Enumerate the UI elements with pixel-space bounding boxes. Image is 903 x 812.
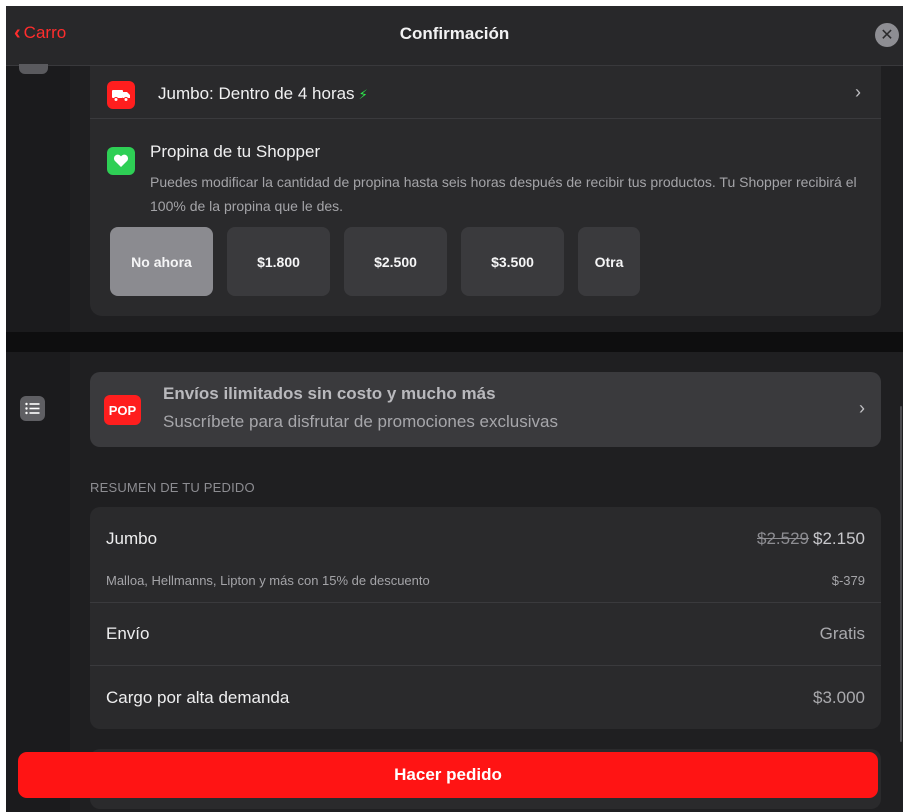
bolt-icon: ⚡ <box>358 87 368 102</box>
truck-icon <box>107 81 135 109</box>
delivery-section: Jumbo: Dentro de 4 horas ⚡ › Propina de t… <box>70 66 903 332</box>
page-title: Confirmación <box>399 24 510 43</box>
discount-value: $-379 <box>831 573 865 588</box>
delivery-window-row[interactable]: Jumbo: Dentro de 4 horas ⚡ › <box>90 66 881 119</box>
discount-label: Malloa, Hellmanns, Lipton y más con 15% … <box>106 573 430 588</box>
tip-option-none[interactable]: No ahora <box>110 227 213 296</box>
demand-value: $3.000 <box>813 688 865 707</box>
tip-options: No ahora $1.800 $2.500 $3.500 Otra <box>110 227 640 296</box>
heart-icon <box>107 147 135 175</box>
delivery-text: Jumbo: Dentro de 4 horas <box>158 84 355 103</box>
demand-label: Cargo por alta demanda <box>106 688 290 707</box>
scrollbar[interactable] <box>900 406 902 742</box>
tip-option-2500[interactable]: $2.500 <box>344 227 447 296</box>
pop-promo-card[interactable]: POP Envíos ilimitados sin costo y mucho … <box>90 372 881 447</box>
store-price: $2.529 $2.150 <box>757 529 865 549</box>
delivery-card: Jumbo: Dentro de 4 horas ⚡ › Propina de t… <box>90 66 881 316</box>
tip-option-3500[interactable]: $3.500 <box>461 227 564 296</box>
tip-option-other[interactable]: Otra <box>578 227 640 296</box>
store-label: Jumbo <box>106 529 158 548</box>
summary-row-shipping: Envío Gratis <box>90 603 881 666</box>
close-icon[interactable]: ✕ <box>875 23 899 47</box>
pop-logo-icon: POP <box>104 395 141 425</box>
tip-title: Propina de tu Shopper <box>150 142 321 161</box>
shipping-label: Envío <box>106 624 150 643</box>
current-price: $2.150 <box>813 529 865 548</box>
summary-heading: RESUMEN DE TU PEDIDO <box>90 480 255 495</box>
section-icon-stub <box>19 64 48 74</box>
summary-row-store: Jumbo $2.529 $2.150 Malloa, Hellmanns, Li… <box>90 507 881 603</box>
section-divider <box>6 332 903 352</box>
nav-header: ‹ Carro Confirmación ✕ <box>6 6 903 66</box>
summary-section: POP Envíos ilimitados sin costo y mucho … <box>70 352 903 812</box>
promo-title: Envíos ilimitados sin costo y mucho más <box>163 384 496 403</box>
tip-description: Puedes modificar la cantidad de propina … <box>150 174 857 214</box>
tip-option-1800[interactable]: $1.800 <box>227 227 330 296</box>
summary-row-demand: Cargo por alta demanda $3.000 <box>90 666 881 729</box>
promo-subtitle: Suscríbete para disfrutar de promociones… <box>163 412 558 431</box>
order-summary-card: Jumbo $2.529 $2.150 Malloa, Hellmanns, Li… <box>90 507 881 729</box>
place-order-button[interactable]: Hacer pedido <box>18 752 878 798</box>
shipping-value: Gratis <box>819 624 865 643</box>
delivery-label: Jumbo: Dentro de 4 horas ⚡ <box>158 84 368 104</box>
chevron-right-icon: › <box>855 82 861 102</box>
left-rail-bottom <box>6 352 70 812</box>
list-icon <box>20 396 45 421</box>
left-rail-top <box>6 64 70 332</box>
old-price: $2.529 <box>757 529 809 548</box>
chevron-right-icon: › <box>859 398 865 418</box>
confirmation-screen: ‹ Carro Confirmación ✕ Jumbo: Dentro de … <box>6 6 903 812</box>
